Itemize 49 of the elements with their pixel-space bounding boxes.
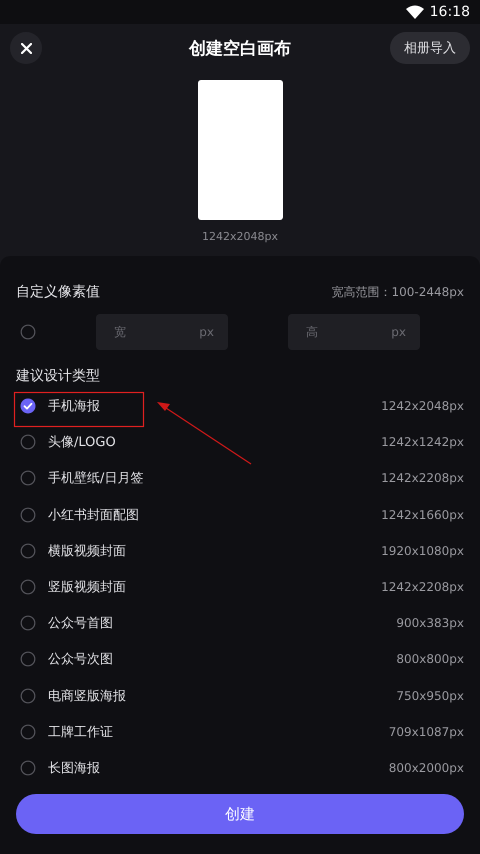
type-option[interactable]: 公众号首图 [48,614,396,632]
close-button[interactable] [10,32,42,64]
size-label: 1920x1080px [381,544,464,558]
type-option[interactable]: 公众号次图 [48,650,396,668]
size-label: 900x383px [396,616,464,630]
size-label: 1242x1660px [381,508,464,522]
section-title: 建议设计类型 [16,367,101,386]
size-label: 1242x2208px [381,580,464,594]
radio-icon[interactable] [20,470,36,486]
radio-icon[interactable] [20,506,36,523]
type-option[interactable]: 长图海报 [48,758,389,777]
radio-icon[interactable] [20,542,36,559]
type-option[interactable]: 手机壁纸/日月签 [48,469,382,488]
type-option[interactable]: 手机海报 [48,397,382,416]
radio-icon[interactable] [20,579,36,596]
size-label: 1242x2208px [381,471,464,486]
radio-icon[interactable] [20,688,36,704]
create-button[interactable]: 创建 [16,794,464,834]
import-album-button[interactable]: 相册导入 [390,32,470,64]
type-option[interactable]: 竖版视频封面 [48,578,382,596]
page-title: 创建空白画布 [189,38,291,58]
radio-icon[interactable] [20,651,36,668]
radio-icon[interactable] [20,615,36,632]
close-icon [20,42,32,54]
type-option[interactable]: 工牌工作证 [48,722,389,741]
placeholder-text: 高 [306,324,318,340]
radio-icon[interactable] [20,324,36,340]
size-label: 800x800px [396,652,464,666]
size-range-hint: 宽高范围：100-2448px [332,284,464,300]
section-title: 自定义像素值 [16,283,100,301]
type-option[interactable]: 小红书封面配图 [48,506,382,524]
type-option[interactable]: 头像/LOGO [48,433,382,452]
type-option[interactable]: 电商竖版海报 [48,686,396,705]
type-option[interactable]: 横版视频封面 [48,542,382,560]
placeholder-text: 宽 [114,324,126,340]
status-time: 16:18 [430,4,470,20]
radio-icon[interactable] [20,724,36,740]
canvas-size-label: 1242x2048px [202,230,278,243]
size-label: 800x2000px [388,760,464,775]
unit-label: px [199,325,214,339]
checked-radio-icon[interactable] [20,398,36,414]
size-label: 1242x2048px [381,399,464,414]
radio-icon[interactable] [20,434,36,450]
size-label: 750x950px [396,688,464,703]
radio-icon[interactable] [20,760,36,776]
size-label: 1242x1242px [381,435,464,450]
unit-label: px [391,325,406,339]
size-label: 709x1087px [388,724,464,739]
wifi-icon [406,5,424,19]
